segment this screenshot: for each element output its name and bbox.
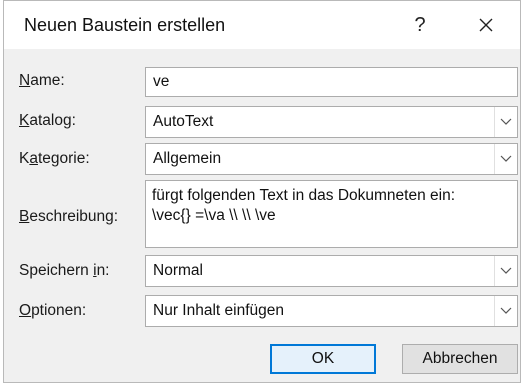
help-icon: ? xyxy=(414,13,426,36)
optionen-dropdown-value: Nur Inhalt einfügen xyxy=(153,302,284,319)
speichern-dropdown[interactable]: Normal xyxy=(145,255,518,287)
close-icon xyxy=(479,18,493,32)
close-button[interactable] xyxy=(466,9,506,41)
dialog-title: Neuen Baustein erstellen xyxy=(24,15,226,35)
help-button[interactable]: ? xyxy=(402,9,438,41)
beschreibung-label: Beschreibung: xyxy=(19,208,119,225)
cancel-button[interactable]: Abbrechen xyxy=(402,344,518,374)
title-bar: Neuen Baustein erstellen ? xyxy=(4,1,520,49)
name-input-value: ve xyxy=(153,73,170,90)
katalog-dropdown-value: AutoText xyxy=(153,113,214,130)
chevron-down-icon[interactable] xyxy=(494,296,517,326)
chevron-down-icon[interactable] xyxy=(494,256,517,286)
name-input[interactable]: ve xyxy=(145,67,518,97)
chevron-down-icon[interactable] xyxy=(494,107,517,137)
speichern-label: Speichern in: xyxy=(19,262,110,279)
speichern-dropdown-value: Normal xyxy=(153,262,203,279)
optionen-label: Optionen: xyxy=(19,302,87,319)
name-label: Name: xyxy=(19,72,65,89)
katalog-dropdown[interactable]: AutoText xyxy=(145,106,518,138)
chevron-down-icon[interactable] xyxy=(494,144,517,174)
kategorie-label: Kategorie: xyxy=(19,150,90,167)
beschreibung-line-1: fürgt folgenden Text in das Dokumneten e… xyxy=(152,187,456,204)
beschreibung-text: fürgt folgenden Text in das Dokumneten e… xyxy=(152,186,513,226)
optionen-dropdown[interactable]: Nur Inhalt einfügen xyxy=(145,295,518,327)
beschreibung-line-2: \vec{} =\va \\ \\ \ve xyxy=(152,207,276,224)
kategorie-dropdown[interactable]: Allgemein xyxy=(145,143,518,175)
new-building-block-dialog: Neuen Baustein erstellen ? Name: ve Kata… xyxy=(3,0,521,383)
beschreibung-textarea[interactable]: fürgt folgenden Text in das Dokumneten e… xyxy=(145,180,518,248)
kategorie-dropdown-value: Allgemein xyxy=(153,150,222,167)
ok-button[interactable]: OK xyxy=(270,344,376,374)
katalog-label: Katalog: xyxy=(19,112,76,129)
dialog-body: Name: ve Katalog: AutoText Kategorie: Al… xyxy=(4,49,520,382)
